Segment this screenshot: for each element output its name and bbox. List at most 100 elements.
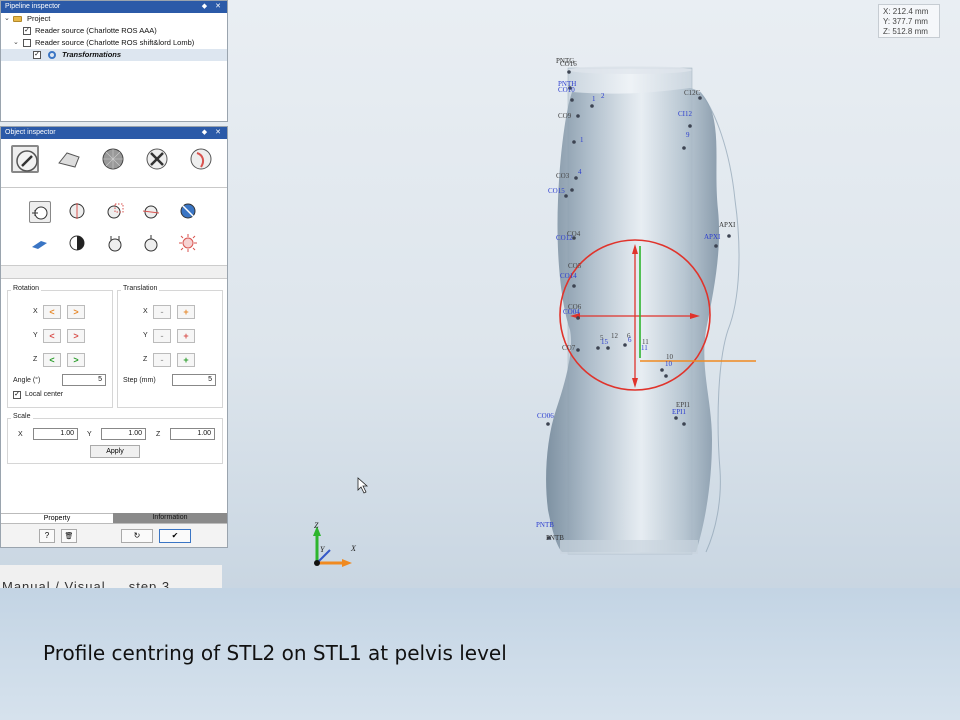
rot-y-plus-button[interactable]: > [67, 329, 85, 343]
scale-x-label: X [18, 431, 23, 438]
reset-button[interactable]: ↻ [121, 529, 153, 543]
edit-tool-button[interactable] [11, 145, 39, 173]
help-icon: ? [44, 531, 50, 540]
tree-item-transformations[interactable]: ✓ Transformations [1, 49, 227, 61]
tab-property[interactable]: Property [1, 513, 113, 523]
rot-z-minus-button[interactable]: < [43, 353, 61, 367]
delete-button[interactable]: 🗑 [61, 529, 77, 543]
checkbox-reader-aaa[interactable]: ✓ [23, 27, 31, 35]
tab-information[interactable]: Information [113, 513, 227, 523]
pin-close-icons[interactable]: ◆ ✕ [202, 1, 224, 13]
tree-item-reader-shift[interactable]: ⌄ Reader source (Charlotte ROS shift&lor… [1, 37, 227, 49]
scale-z-label: Z [156, 431, 161, 438]
cut-tool-button[interactable] [105, 201, 127, 223]
object-inspector: Object inspector ◆ ✕ Rotation X < > Y < … [0, 126, 228, 548]
trash-icon: 🗑 [64, 533, 74, 540]
lm-c12c: C12C [684, 89, 701, 97]
hammer-wrench-icon [146, 148, 168, 170]
landmark-tool-button[interactable] [105, 233, 127, 255]
checkbox-transformations[interactable]: ✓ [33, 51, 41, 59]
object-inspector-header: Object inspector ◆ ✕ [1, 127, 227, 139]
lm-m6b: 6 [628, 336, 632, 344]
rotation-title: Rotation [11, 285, 42, 292]
section-tool-button[interactable] [178, 201, 200, 223]
apply-button[interactable]: Apply [90, 445, 140, 458]
rot-y-label: Y [33, 332, 38, 339]
cut-off-caption-strip: Manual / Visual ... step 3 ... [0, 565, 222, 588]
tree-item-reader-aaa[interactable]: ✓ Reader source (Charlotte ROS AAA) [1, 25, 227, 37]
coord-x: X: 212.4 mm [883, 7, 929, 16]
lm-co06: CO06 [537, 412, 554, 420]
lm-m11b: 11 [641, 344, 648, 352]
tree-item-project[interactable]: ⌄ Project [1, 13, 227, 25]
trans-y-minus-button[interactable]: - [153, 329, 171, 343]
checkbox-reader-shift[interactable] [23, 39, 31, 47]
refresh-icon: ↻ [133, 531, 141, 540]
anchor-tool-button[interactable] [141, 233, 163, 255]
confirm-button[interactable]: ✔ [159, 529, 191, 543]
triad-y-label: Y [320, 545, 326, 554]
scale-z-input[interactable]: 1.00 [170, 428, 215, 440]
trans-z-minus-button[interactable]: - [153, 353, 171, 367]
rot-x-minus-button[interactable]: < [43, 305, 61, 319]
tree-label-transformations: Transformations [62, 50, 122, 59]
mesh-sphere-icon [102, 148, 124, 170]
rot-z-plus-button[interactable]: > [67, 353, 85, 367]
trans-x-plus-button[interactable]: + [177, 305, 195, 319]
burst-icon [179, 234, 197, 252]
rot-z-label: Z [33, 356, 38, 363]
help-button[interactable]: ? [39, 529, 55, 543]
pin-close-icons[interactable]: ◆ ✕ [202, 127, 224, 139]
lm-pntb2: PNTB [546, 534, 564, 542]
slide-caption-band: Profile centring of STL2 on STL1 at pelv… [0, 588, 960, 720]
explode-tool-button[interactable] [178, 233, 200, 255]
inspector-bottom-bar: ? 🗑 ↻ ✔ [1, 523, 227, 547]
chevron-down-icon[interactable]: ⌄ [4, 13, 10, 25]
surface-tool-button[interactable] [55, 145, 83, 173]
step-label: Step (mm) [123, 377, 156, 384]
scale-title: Scale [11, 413, 33, 420]
trans-y-plus-button[interactable]: + [177, 329, 195, 343]
scale-y-input[interactable]: 1.00 [101, 428, 146, 440]
step-input[interactable]: 5 [172, 374, 216, 386]
lm-r9: 9 [686, 131, 690, 139]
local-center-checkbox[interactable]: ✓ [13, 391, 21, 399]
trans-y-label: Y [143, 332, 148, 339]
half-sphere-tool-button[interactable] [67, 233, 89, 255]
angle-input[interactable]: 5 [62, 374, 106, 386]
tools-button[interactable] [143, 145, 171, 173]
chevron-down-icon[interactable]: ⌄ [13, 37, 19, 49]
rot-y-minus-button[interactable]: < [43, 329, 61, 343]
rot-x-label: X [33, 308, 38, 315]
lm-m12: 12 [611, 332, 619, 340]
measure-tool-button[interactable] [187, 145, 215, 173]
lm-c4: 4 [578, 168, 582, 176]
lm-co7: CO7 [562, 344, 576, 352]
stl2-top-cap [568, 66, 692, 74]
transform-gear-icon [48, 51, 56, 59]
extrude-tool-button[interactable] [29, 233, 51, 255]
move-tool-button[interactable] [29, 201, 51, 223]
rot-x-plus-button[interactable]: > [67, 305, 85, 319]
trans-x-minus-button[interactable]: - [153, 305, 171, 319]
rotate-tool-button[interactable] [67, 201, 89, 223]
scale-x-input[interactable]: 1.00 [33, 428, 78, 440]
tree-label-reader-aaa: Reader source (Charlotte ROS AAA) [35, 26, 157, 35]
pin-sphere-icon [108, 236, 122, 252]
coord-y: Y: 377.7 mm [883, 17, 928, 26]
angle-label: Angle (°) [13, 377, 41, 384]
trans-z-plus-button[interactable]: + [177, 353, 195, 367]
folder-icon [13, 16, 22, 22]
lm-apxi: APXI [719, 221, 736, 229]
lm-co14: CO14 [560, 272, 577, 280]
lm-epi2: EPI1 [672, 408, 687, 416]
slice-tool-button[interactable] [141, 201, 163, 223]
box-icon [32, 241, 47, 249]
mouse-cursor-icon [357, 477, 369, 494]
local-center-label: Local center [25, 391, 64, 398]
section-icon [180, 203, 196, 219]
mesh-tool-button[interactable] [99, 145, 127, 173]
lm-l2: 2 [601, 92, 605, 100]
lm-pntb: PNTB [536, 521, 554, 529]
coordinate-readout: X: 212.4 mm Y: 377.7 mm Z: 512.8 mm [878, 4, 940, 38]
